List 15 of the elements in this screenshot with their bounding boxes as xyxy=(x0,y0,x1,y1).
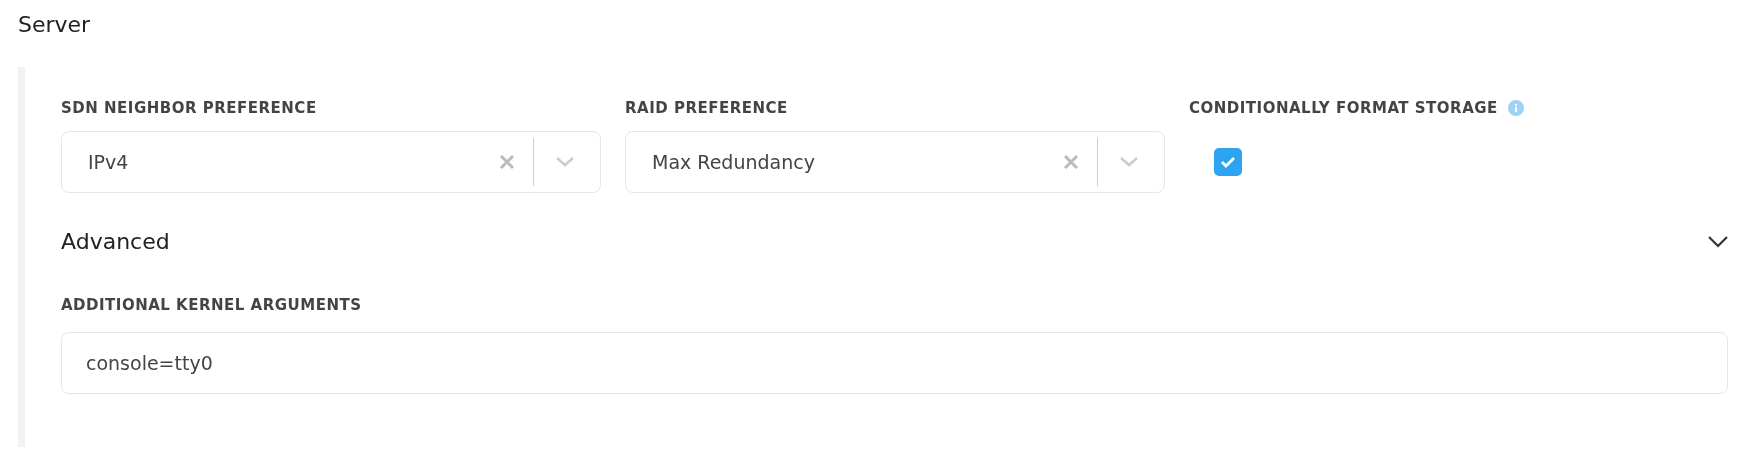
field-label: SDN NEIGHBOR PREFERENCE xyxy=(61,99,318,117)
advanced-heading[interactable]: Advanced xyxy=(61,229,170,254)
input-field[interactable]: console=tty0 xyxy=(61,332,1728,394)
checkmark-icon xyxy=(1220,156,1236,168)
chevron-down-icon[interactable] xyxy=(1708,235,1728,248)
section-title: Server xyxy=(18,12,91,37)
select-field[interactable]: IPv4 xyxy=(61,131,601,193)
info-icon[interactable] xyxy=(1507,100,1524,116)
field-label: RAID PREFERENCE xyxy=(625,99,789,117)
field-label: CONDITIONALLY FORMAT STORAGE xyxy=(1189,99,1498,117)
clear-icon[interactable] xyxy=(1063,154,1079,170)
checkbox[interactable] xyxy=(1214,148,1242,176)
select-field[interactable]: Max Redundancy xyxy=(625,131,1165,193)
field-label: ADDITIONAL KERNEL ARGUMENTS xyxy=(61,296,363,314)
clear-icon[interactable] xyxy=(499,154,515,170)
